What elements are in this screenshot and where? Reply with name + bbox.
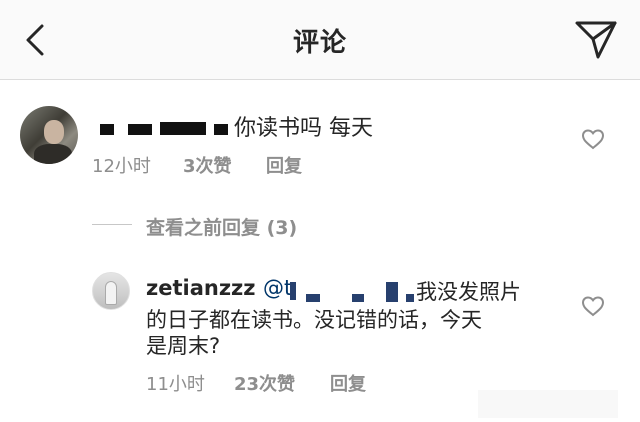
redacted-mention	[352, 294, 364, 302]
avatar-face	[44, 120, 64, 144]
background-smudge	[478, 390, 618, 418]
comment-text-line: 我没发照片	[416, 280, 521, 304]
redacted-username	[100, 124, 114, 135]
redacted-mention	[386, 282, 398, 302]
avatar-body	[34, 144, 72, 164]
avatar-figure	[105, 281, 117, 305]
share-button[interactable]	[574, 20, 618, 60]
redacted-mention	[306, 294, 320, 302]
divider	[92, 224, 132, 225]
like-count[interactable]: 3次赞	[183, 152, 232, 178]
comment-text: 你读书吗 每天	[234, 116, 373, 141]
username[interactable]: zetianzzz	[146, 276, 256, 300]
page-title: 评论	[292, 28, 347, 58]
like-count[interactable]: 23次赞	[234, 370, 295, 396]
reply-button[interactable]: 回复	[266, 152, 302, 178]
avatar[interactable]	[20, 106, 78, 164]
comment-time: 11小时	[146, 374, 205, 395]
redacted-mention	[406, 294, 414, 302]
heart-icon[interactable]	[581, 128, 605, 150]
reply-button[interactable]: 回复	[330, 370, 366, 396]
redacted-username	[128, 124, 152, 135]
header-bar: 评论	[0, 0, 640, 80]
redacted-username	[160, 122, 206, 135]
avatar[interactable]	[92, 272, 130, 310]
redacted-username	[214, 124, 228, 135]
view-previous-replies[interactable]: 查看之前回复 (3)	[146, 213, 297, 240]
mention-link[interactable]: @t	[263, 276, 292, 300]
heart-icon[interactable]	[581, 295, 605, 317]
paper-plane-icon	[575, 21, 617, 59]
comment-time: 12小时	[92, 156, 151, 177]
comment-text-line: 是周末?	[146, 334, 221, 358]
redacted-mention	[290, 282, 296, 300]
